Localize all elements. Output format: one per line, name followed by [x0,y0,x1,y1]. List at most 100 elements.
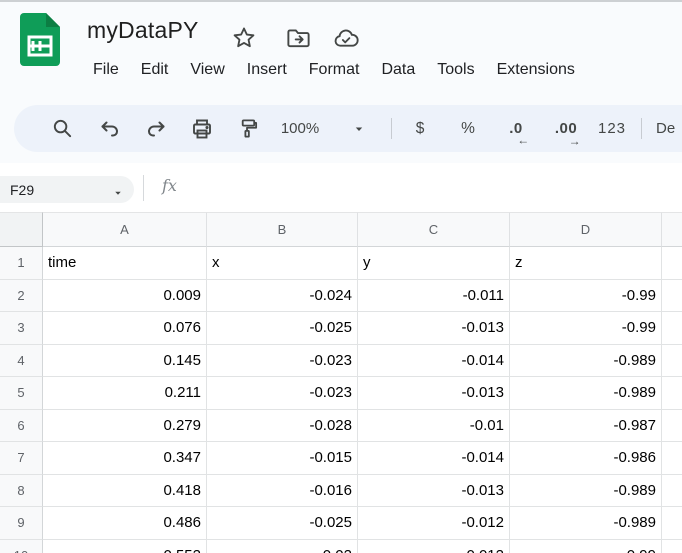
zoom-caret-down-icon[interactable] [346,105,372,152]
row-header-8[interactable]: 8 [0,475,43,508]
cell[interactable] [662,377,682,410]
currency-format-button[interactable]: $ [402,105,438,152]
cell[interactable]: -0.028 [207,410,358,443]
select-all-corner[interactable] [0,212,43,247]
cell[interactable]: -0.986 [510,442,662,475]
menu-file[interactable]: File [82,57,130,83]
row-header-3[interactable]: 3 [0,312,43,345]
cell[interactable]: 0.552 [43,540,207,553]
cell[interactable]: -0.011 [358,280,510,313]
decrease-decimal-button[interactable]: .0← [496,105,536,152]
menu-data[interactable]: Data [370,57,426,83]
menu-insert[interactable]: Insert [236,57,298,83]
cell[interactable]: 0.486 [43,507,207,540]
zoom-level[interactable]: 100% [269,105,331,152]
cell[interactable]: -0.025 [207,507,358,540]
menu-format[interactable]: Format [298,57,371,83]
toolbar-divider [641,118,642,139]
cell[interactable]: -0.014 [358,345,510,378]
menu-edit[interactable]: Edit [130,57,180,83]
window-top-edge [0,0,682,2]
cell[interactable]: -0.013 [358,312,510,345]
cell[interactable] [662,442,682,475]
cell[interactable]: z [510,247,662,280]
row-header-1[interactable]: 1 [0,247,43,280]
cell[interactable]: x [207,247,358,280]
row-header-6[interactable]: 6 [0,410,43,443]
arrow-left-icon: ← [517,134,530,146]
cell[interactable] [662,410,682,443]
row-header-7[interactable]: 7 [0,442,43,475]
cloud-saved-icon[interactable] [332,24,360,52]
cell[interactable]: -0.02 [207,540,358,553]
row-header-2[interactable]: 2 [0,280,43,313]
cell[interactable]: -0.99 [510,540,662,553]
google-sheets-logo-icon[interactable] [20,13,60,66]
row-header-9[interactable]: 9 [0,507,43,540]
cell[interactable]: -0.024 [207,280,358,313]
row-header-10[interactable]: 10 [0,540,43,553]
column-header-C[interactable]: C [358,212,510,247]
cell[interactable]: 0.009 [43,280,207,313]
cell[interactable]: 0.418 [43,475,207,508]
column-header-B[interactable]: B [207,212,358,247]
cell[interactable]: -0.013 [358,377,510,410]
cell[interactable]: 0.145 [43,345,207,378]
print-icon[interactable] [182,105,222,152]
increase-decimal-button[interactable]: .00→ [543,105,589,152]
percent-format-button[interactable]: % [450,105,486,152]
cell[interactable]: y [358,247,510,280]
cell[interactable]: -0.015 [207,442,358,475]
font-selector[interactable]: De [656,105,682,152]
cell[interactable] [662,247,682,280]
cell[interactable]: -0.012 [358,540,510,553]
cell[interactable]: -0.023 [207,377,358,410]
cell[interactable]: 0.076 [43,312,207,345]
row-header-5[interactable]: 5 [0,377,43,410]
cell[interactable]: 0.211 [43,377,207,410]
cell[interactable]: -0.99 [510,312,662,345]
top-chrome: myDataPY File Edit View Insert Format Da [0,0,682,163]
cell[interactable]: -0.016 [207,475,358,508]
star-icon[interactable] [230,24,258,52]
menu-extensions[interactable]: Extensions [486,57,586,83]
cell[interactable]: 0.279 [43,410,207,443]
cell[interactable]: -0.989 [510,345,662,378]
cell[interactable] [662,312,682,345]
column-header-clipped[interactable] [662,212,682,247]
cell[interactable]: -0.01 [358,410,510,443]
row-header-4[interactable]: 4 [0,345,43,378]
menu-tools[interactable]: Tools [426,57,485,83]
cell[interactable] [662,345,682,378]
cell[interactable]: -0.014 [358,442,510,475]
name-box-caret-down-icon [112,186,124,204]
cell[interactable]: 0.347 [43,442,207,475]
menu-view[interactable]: View [179,57,235,83]
cell[interactable]: -0.012 [358,507,510,540]
cell[interactable]: time [43,247,207,280]
menubar: File Edit View Insert Format Data Tools … [82,54,586,86]
cell[interactable] [662,540,682,553]
paint-format-icon[interactable] [227,105,267,152]
cell[interactable]: -0.989 [510,377,662,410]
column-header-D[interactable]: D [510,212,662,247]
column-header-A[interactable]: A [43,212,207,247]
cell[interactable]: -0.989 [510,507,662,540]
cell[interactable]: -0.023 [207,345,358,378]
formula-input[interactable] [192,173,672,203]
search-icon[interactable] [44,105,80,152]
cell[interactable]: -0.025 [207,312,358,345]
document-title[interactable]: myDataPY [87,17,199,44]
move-to-folder-icon[interactable] [284,24,312,52]
cell[interactable] [662,507,682,540]
cell[interactable]: -0.987 [510,410,662,443]
redo-icon[interactable] [136,105,176,152]
cell[interactable]: -0.99 [510,280,662,313]
number-format-button[interactable]: 123 [592,105,632,152]
cell[interactable]: -0.013 [358,475,510,508]
cell[interactable] [662,475,682,508]
undo-icon[interactable] [90,105,130,152]
cell[interactable] [662,280,682,313]
name-box[interactable]: F29 [0,176,134,203]
cell[interactable]: -0.989 [510,475,662,508]
